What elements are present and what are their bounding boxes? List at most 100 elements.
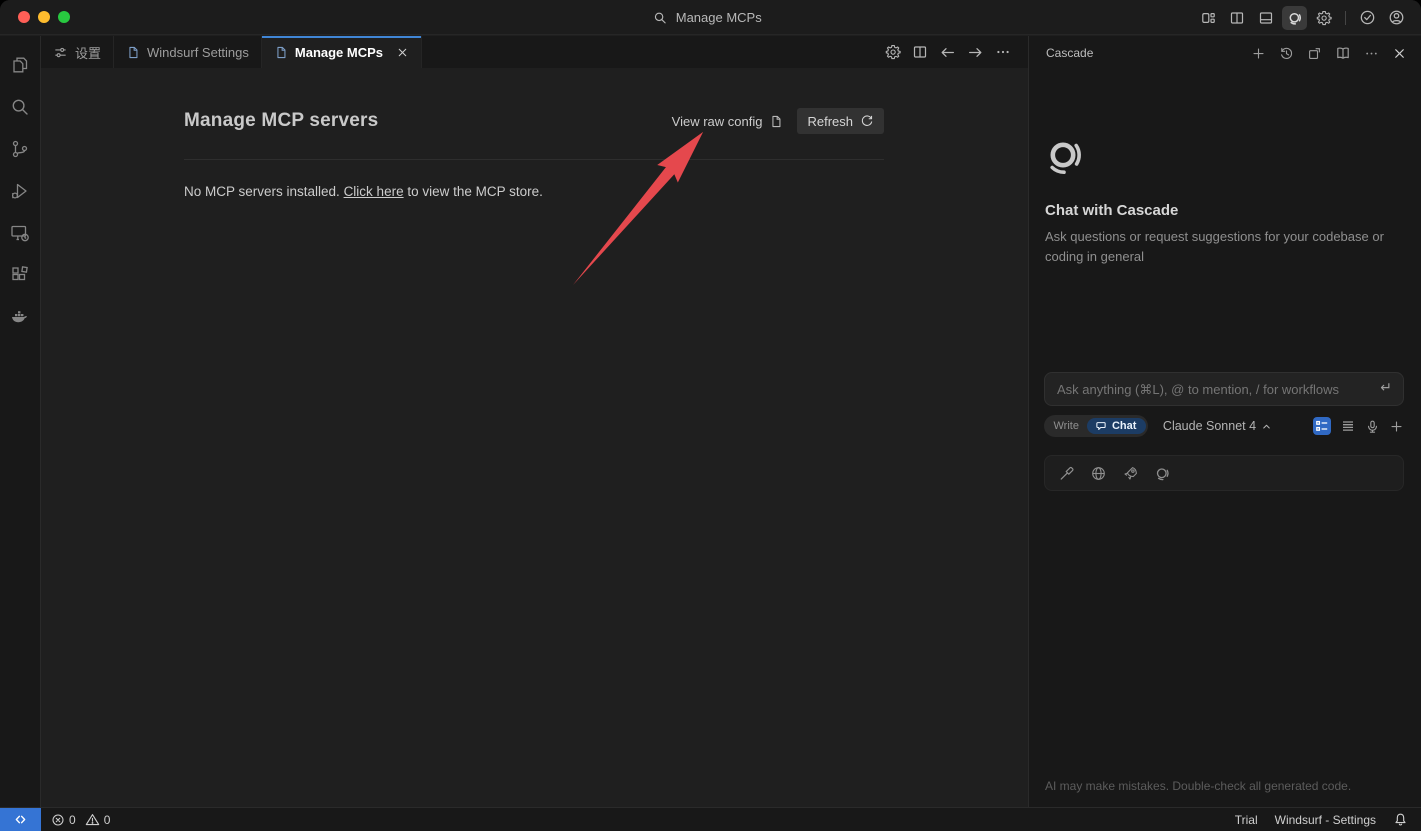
search-icon [653,11,667,25]
split-editor-icon[interactable] [1224,6,1249,30]
cascade-panel-header: Cascade [1029,36,1421,70]
cascade-logo [1045,138,1407,180]
windsurf-swirl-icon[interactable] [1154,465,1171,482]
mode-chat-label: Chat [1112,420,1136,432]
rocket-icon[interactable] [1122,465,1139,482]
chevron-up-icon [1261,421,1272,432]
chat-bubble-icon [1095,420,1107,432]
docs-book-icon[interactable] [1335,45,1351,61]
welcome-subtitle: Ask questions or request suggestions for… [1045,227,1407,267]
editor-group: 设置 Windsurf Settings Manage MCPs [41,36,1028,807]
empty-suffix: to view the MCP store. [404,184,543,199]
customize-layout-icon[interactable] [1195,6,1220,30]
mode-write-option[interactable]: Write [1046,420,1087,432]
file-icon [126,45,140,60]
chat-input[interactable] [1044,372,1404,406]
tab-label: Windsurf Settings [147,45,249,60]
navigate-forward-icon[interactable] [967,44,984,61]
more-actions-icon[interactable] [1364,46,1379,61]
history-icon[interactable] [1279,46,1294,61]
tune-sliders-icon [53,45,68,60]
trial-status[interactable]: Trial [1235,813,1258,827]
welcome-title: Chat with Cascade [1045,202,1407,219]
command-center-label: Manage MCPs [676,10,762,25]
tab-settings-cn[interactable]: 设置 [41,36,114,68]
remote-indicator[interactable] [0,808,41,831]
microphone-icon[interactable] [1365,419,1380,434]
file-icon [769,114,783,129]
search-icon[interactable] [0,86,41,128]
titlebar-actions [1195,0,1409,35]
settings-gear-icon[interactable] [885,44,901,60]
file-icon [274,45,288,60]
mode-chat-option[interactable]: Chat [1087,418,1146,434]
source-control-icon[interactable] [0,128,41,170]
extensions-icon[interactable] [0,254,41,296]
run-debug-icon[interactable] [0,170,41,212]
titlebar-separator [1345,11,1346,25]
workspace-name[interactable]: Windsurf - Settings [1275,813,1376,827]
mode-toggle: Write Chat [1044,415,1148,437]
cascade-composer: ↵ Write Chat Claude Sonnet 4 [1044,372,1404,437]
toggle-panel-icon[interactable] [1253,6,1278,30]
todo-list-icon[interactable] [1313,417,1331,435]
activity-bar [0,36,41,807]
cascade-panel: Cascade [1028,36,1421,807]
open-in-window-icon[interactable] [1307,46,1322,61]
navigate-back-icon[interactable] [939,44,956,61]
view-raw-config-label: View raw config [672,114,763,129]
cascade-quick-actions [1044,455,1404,491]
tab-windsurf-settings[interactable]: Windsurf Settings [114,36,262,68]
cascade-toggle-icon[interactable] [1282,6,1307,30]
close-window-button[interactable] [18,11,30,23]
tab-bar: 设置 Windsurf Settings Manage MCPs [41,36,1028,68]
tab-manage-mcps[interactable]: Manage MCPs [262,36,422,68]
manage-mcp-page: Manage MCP servers View raw config Refre… [41,68,1028,807]
notifications-bell-icon[interactable] [1393,812,1408,827]
view-raw-config-button[interactable]: View raw config [672,114,784,129]
tab-label: Manage MCPs [295,45,383,60]
explorer-icon[interactable] [0,44,41,86]
title-bar: Manage MCPs [0,0,1421,35]
close-panel-icon[interactable] [1392,46,1407,61]
command-center[interactable]: Manage MCPs [653,0,762,35]
check-circle-icon[interactable] [1355,6,1380,30]
remote-explorer-icon[interactable] [0,212,41,254]
model-name: Claude Sonnet 4 [1163,419,1256,433]
zoom-window-button[interactable] [58,11,70,23]
minimize-window-button[interactable] [38,11,50,23]
page-title: Manage MCP servers [184,110,378,132]
ai-disclaimer: AI may make mistakes. Double-check all g… [1045,779,1351,793]
split-editor-icon[interactable] [912,44,928,60]
status-bar: 0 0 Trial Windsurf - Settings [0,807,1421,831]
account-icon[interactable] [1384,6,1409,30]
model-selector[interactable]: Claude Sonnet 4 [1163,419,1272,433]
panel-title: Cascade [1046,46,1093,60]
empty-prefix: No MCP servers installed. [184,184,344,199]
cascade-welcome: Chat with Cascade Ask questions or reque… [1045,138,1407,267]
submit-enter-icon[interactable]: ↵ [1380,379,1392,396]
close-tab-icon[interactable] [396,46,409,59]
warnings-count: 0 [104,813,111,827]
tools-hammer-icon[interactable] [1058,465,1075,482]
settings-gear-icon[interactable] [1311,6,1336,30]
new-chat-plus-icon[interactable] [1251,46,1266,61]
refresh-icon [860,114,874,128]
add-context-plus-icon[interactable] [1389,419,1404,434]
warnings-icon [85,812,100,827]
editor-actions [885,36,1011,68]
problems-indicator[interactable]: 0 0 [51,812,115,827]
web-globe-icon[interactable] [1090,465,1107,482]
mcp-store-link[interactable]: Click here [344,184,404,199]
queue-list-icon[interactable] [1340,418,1356,434]
refresh-button[interactable]: Refresh [797,108,884,134]
errors-icon [51,813,65,827]
tab-label: 设置 [75,43,101,62]
refresh-label: Refresh [807,114,853,129]
section-divider [184,159,884,160]
errors-count: 0 [69,813,76,827]
docker-icon[interactable] [0,296,41,338]
more-actions-icon[interactable] [995,44,1011,60]
windsurf-window: Manage MCPs [0,0,1421,831]
empty-state-text: No MCP servers installed. Click here to … [184,184,884,199]
